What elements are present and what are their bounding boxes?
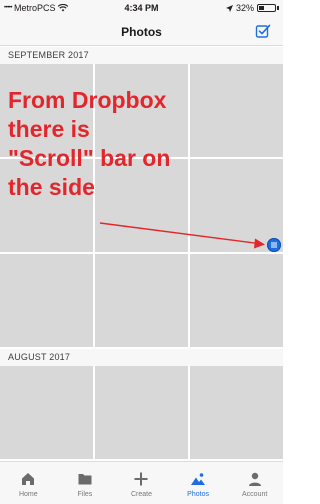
tab-photos[interactable]: Photos [170,462,227,504]
photo-thumbnail[interactable] [190,254,283,347]
photo-thumbnail[interactable] [190,366,283,459]
folder-icon [78,474,92,485]
annotation-line: the side [8,174,95,200]
red-annotation-text: From Dropbox there is "Scroll" bar on th… [8,86,248,202]
photo-thumbnail[interactable] [0,254,93,347]
status-right: 32% [225,3,279,13]
photo-thumbnail[interactable] [95,366,188,459]
tab-label: Create [130,491,152,498]
tab-bar: Home Files Create Photos Account [0,461,283,504]
tab-label: Home [18,491,38,498]
location-arrow-icon [225,4,233,12]
select-checkbox-icon[interactable] [255,23,271,39]
battery-icon [257,4,276,12]
page-title: Photos [121,25,162,39]
annotation-line: From Dropbox [8,87,167,113]
photos-icon [191,473,206,485]
tab-label: Files [77,491,93,498]
tab-files[interactable]: Files [57,462,114,504]
photo-grid-august [0,366,283,459]
status-bar: ••••• MetroPCS 4:34 PM 32% [0,0,283,17]
tab-account[interactable]: Account [226,462,283,504]
home-icon [22,473,35,485]
plus-icon [134,472,148,486]
scroll-handle[interactable] [267,238,281,252]
tab-label: Account [242,491,268,498]
battery-level-fill [259,6,264,10]
battery-nub [277,6,279,10]
tab-create[interactable]: Create [113,462,170,504]
section-header-august: AUGUST 2017 [0,349,283,366]
annotation-line: there is [8,116,90,142]
battery-percentage: 32% [235,3,254,13]
tab-home[interactable]: Home [0,462,57,504]
person-icon [248,472,261,486]
annotation-line: "Scroll" bar on [8,145,171,171]
photo-thumbnail[interactable] [95,254,188,347]
tab-label: Photos [187,491,209,498]
scroll-handle-lines-icon [271,242,277,248]
photo-thumbnail[interactable] [0,366,93,459]
section-header-september: SEPTEMBER 2017 [0,47,283,64]
navigation-bar: Photos [0,17,283,46]
